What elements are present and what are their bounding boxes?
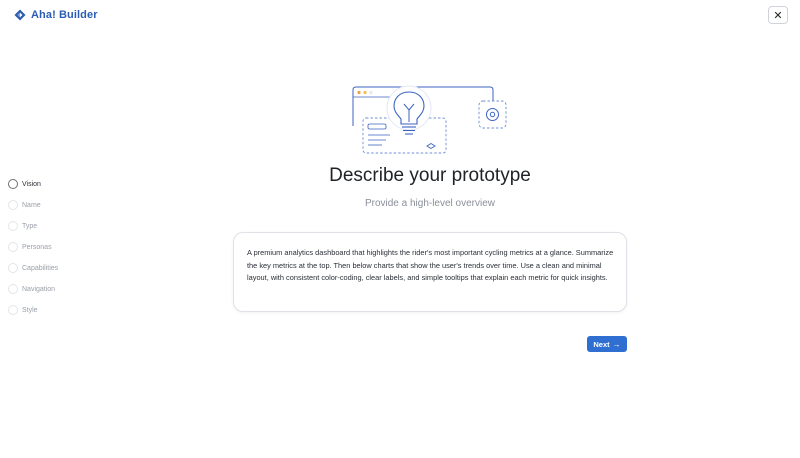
close-button[interactable]: ✕ [768,6,788,24]
app-name: Aha! Builder [31,9,98,21]
step-name[interactable]: Name [8,199,41,211]
step-capabilities[interactable]: Capabilities [8,262,58,274]
step-indicator-icon [8,221,18,231]
next-button[interactable]: Next → [587,336,627,352]
step-indicator-icon [8,305,18,315]
step-indicator-icon [8,242,18,252]
page-subtitle: Provide a high-level overview [364,198,496,209]
description-textarea[interactable]: A premium analytics dashboard that highl… [233,232,627,312]
step-navigation[interactable]: Navigation [8,283,55,295]
page-title: Describe your prototype [329,165,531,186]
step-vision[interactable]: Vision [8,178,41,190]
step-label: Type [22,222,38,230]
next-label: Next [593,339,610,349]
lightbulb-illustration [352,85,507,154]
header: Aha! Builder ✕ [0,0,800,30]
step-indicator-icon [8,263,18,273]
step-indicator-icon [8,179,18,189]
step-personas[interactable]: Personas [8,241,52,253]
step-type[interactable]: Type [8,220,37,232]
step-label: Vision [22,180,41,188]
step-label: Capabilities [22,264,59,272]
arrow-right-icon: → [612,339,621,349]
step-label: Personas [22,243,52,251]
step-indicator-icon [8,284,18,294]
step-style[interactable]: Style [8,304,38,316]
close-icon: ✕ [773,9,783,22]
step-label: Name [22,201,41,209]
step-label: Style [22,306,38,314]
aha-logo-icon [14,9,26,21]
step-label: Navigation [22,285,56,293]
description-text: A premium analytics dashboard that highl… [247,248,614,282]
app-logo[interactable]: Aha! Builder [14,9,98,21]
step-indicator-icon [8,200,18,210]
